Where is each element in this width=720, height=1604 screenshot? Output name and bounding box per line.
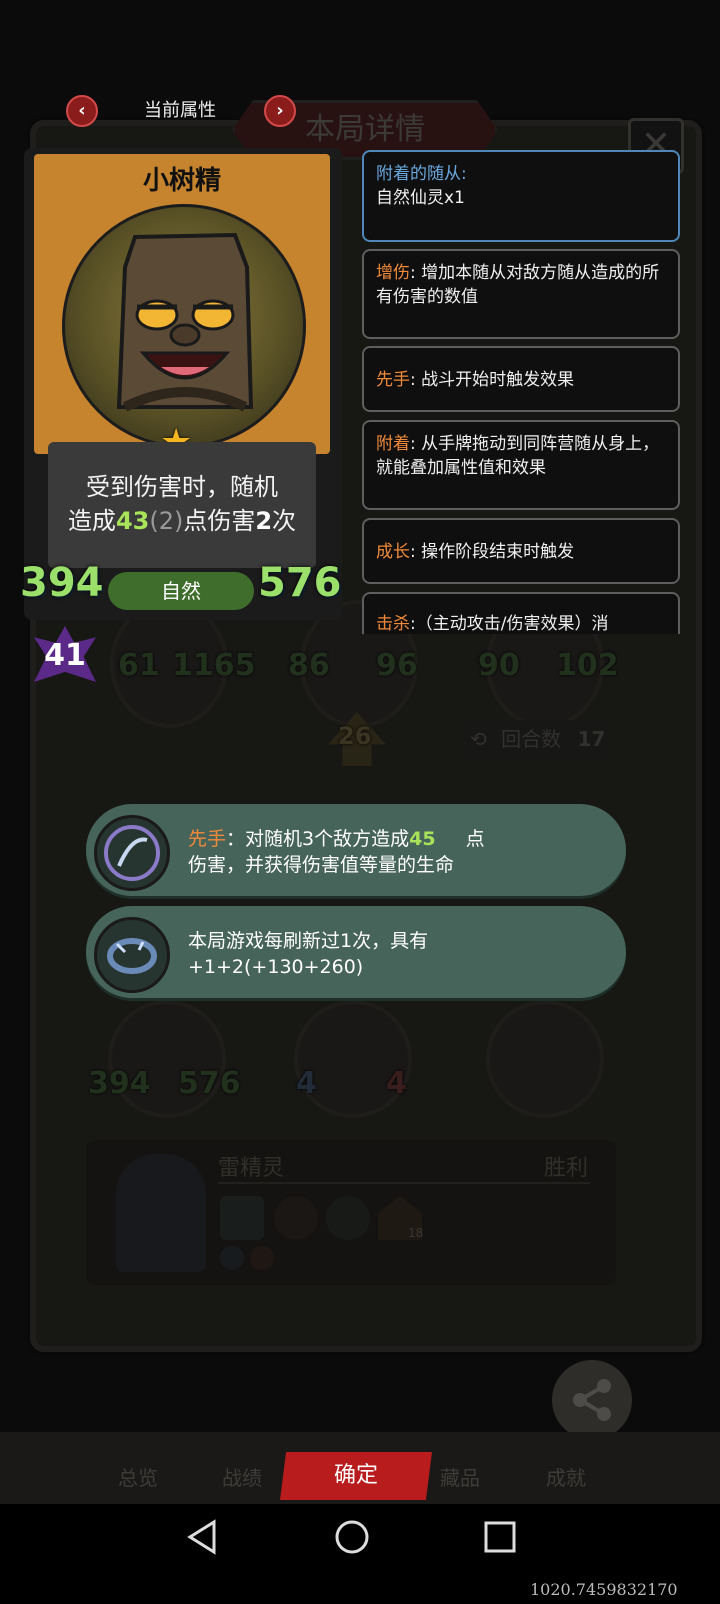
keyword-text: : 操作阶段结束时触发: [410, 542, 575, 562]
character-name: 小树精: [142, 166, 221, 196]
hit-count: 2: [255, 507, 273, 535]
keyword-attach: 附着: 从手牌拖动到同阵营随从身上，就能叠加属性值和效果: [362, 420, 680, 510]
tab-achievements[interactable]: 成就: [546, 1462, 586, 1491]
keyword-title: 附着的随从:: [376, 164, 467, 184]
description-line: 造成43(2)点伤害2次: [67, 507, 297, 535]
share-button[interactable]: [552, 1360, 632, 1440]
recents-square-icon: [484, 1521, 516, 1553]
treant-portrait: [62, 204, 306, 448]
keyword-title: 先手: [376, 370, 410, 390]
ability-description: 受到伤害时，随机 造成43(2)点伤害2次: [48, 470, 316, 538]
keyword-title: 增伤: [376, 263, 410, 283]
coordinate-overlay: 1020.7459832170: [530, 1580, 678, 1599]
next-button[interactable]: ›: [264, 95, 296, 127]
keyword-title: 成长: [376, 542, 410, 562]
keyword-title: 附着: [376, 434, 410, 454]
keyword-title: 击杀: [376, 614, 410, 634]
home-nav-button[interactable]: [322, 1512, 382, 1562]
keyword-text: : 从手牌拖动到同阵营随从身上，就能叠加属性值和效果: [376, 434, 660, 478]
tab-record[interactable]: 战绩: [222, 1462, 262, 1491]
back-nav-button[interactable]: [172, 1512, 232, 1562]
keyword-kill: 击杀:（主动攻击/伤害效果）消: [362, 592, 680, 634]
treant-face-icon: [116, 232, 254, 412]
prev-button[interactable]: ‹: [66, 95, 98, 127]
spirit-skill-icon: [94, 815, 170, 891]
keyword-text: : 战斗开始时触发效果: [410, 370, 575, 390]
tab-collection[interactable]: 藏品: [440, 1462, 480, 1491]
skill-damage-value: 45: [409, 828, 436, 850]
keyword-first-strike: 先手: 战斗开始时触发效果: [362, 346, 680, 412]
share-icon: [573, 1379, 611, 1421]
keyword-text: :（主动攻击/伤害效果）消: [410, 614, 609, 634]
damage-bonus: (2): [149, 507, 184, 535]
recents-nav-button[interactable]: [470, 1512, 530, 1562]
home-circle-icon: [335, 1520, 369, 1554]
type-label: 自然: [108, 572, 254, 610]
damage-value: 43: [115, 507, 150, 535]
ring-skill-icon: [94, 917, 170, 993]
keyword-growth: 成长: 操作阶段结束时触发: [362, 518, 680, 584]
page-title: 当前属性: [144, 100, 216, 121]
keyword-damage-boost: 增伤: 增加本随从对敌方随从造成的所有伤害的数值: [362, 249, 680, 339]
attack-stat: 394: [20, 560, 104, 606]
skill-description: 先手：对随机3个敌方造成45 点 伤害，并获得伤害值等量的生命: [188, 828, 485, 876]
description-line: 受到伤害时，随机: [86, 473, 278, 501]
tab-overview[interactable]: 总览: [118, 1462, 158, 1491]
level-value: 41: [44, 638, 86, 673]
chevron-right-icon: ›: [276, 100, 284, 121]
health-stat: 576: [258, 560, 342, 606]
confirm-button[interactable]: 确定: [280, 1452, 432, 1500]
skill-description: 本局游戏每刷新过1次，具有 +1+2(+130+260): [188, 930, 429, 978]
chevron-left-icon: ‹: [78, 100, 86, 121]
back-triangle-icon: [187, 1519, 216, 1555]
keyword-text: : 增加本随从对敌方随从造成的所有伤害的数值: [376, 263, 660, 307]
keyword-text: 自然仙灵x1: [376, 188, 465, 208]
keyword-attached-minion: 附着的随从: 自然仙灵x1: [362, 150, 680, 242]
